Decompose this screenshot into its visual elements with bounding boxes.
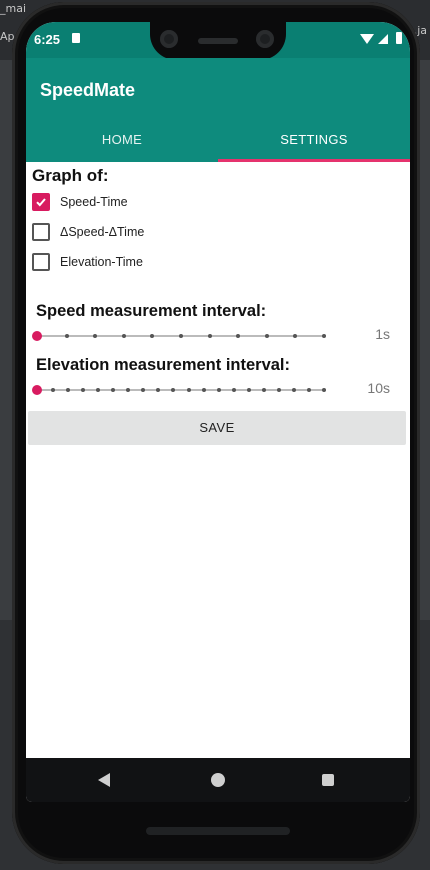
slider-tick: [81, 388, 86, 392]
graph-of-label: Graph of:: [32, 166, 109, 185]
slider-tick: [66, 388, 71, 392]
slider-tick: [231, 388, 236, 392]
slider-tick: [261, 388, 266, 392]
slider-tick: [126, 388, 131, 392]
checkbox-label: Speed-Time: [60, 195, 128, 209]
tab-home[interactable]: HOME: [26, 122, 218, 162]
back-triangle-icon[interactable]: [98, 773, 110, 787]
checkbox-unchecked-icon[interactable]: [32, 253, 50, 271]
slider-tick: [96, 388, 101, 392]
slider-tick: [291, 388, 296, 392]
save-button[interactable]: SAVE: [28, 411, 406, 445]
front-camera-icon: [160, 30, 178, 48]
slider-tick: [51, 388, 56, 392]
speed-interval-label: Speed measurement interval:: [36, 302, 267, 320]
slider-tick: [179, 334, 183, 338]
app-title: SpeedMate: [40, 80, 136, 100]
phone-bottom-speaker: [146, 827, 290, 835]
battery-icon: [396, 32, 402, 44]
slider-tick: [293, 334, 298, 338]
slider-tick: [186, 388, 191, 392]
slider-tick: [156, 388, 161, 392]
status-time: 6:25: [34, 32, 61, 47]
tab-bar: HOME SETTINGS: [26, 122, 410, 162]
slider-tick: [111, 388, 116, 392]
elevation-interval-label: Elevation measurement interval:: [36, 356, 291, 374]
tab-settings[interactable]: SETTINGS: [218, 122, 410, 162]
elevation-interval-value: 10s: [367, 380, 390, 396]
checkbox-delta-speed-time[interactable]: ΔSpeed-ΔTime: [32, 220, 144, 244]
slider-thumb[interactable]: [32, 385, 42, 395]
slider-tick: [64, 334, 69, 338]
home-circle-icon[interactable]: [211, 773, 225, 787]
checkbox-unchecked-icon[interactable]: [32, 223, 50, 241]
slider-tick: [93, 334, 98, 338]
checkbox-elevation-time[interactable]: Elevation-Time: [32, 250, 143, 274]
system-navigation-bar: [26, 758, 410, 802]
slider-tick: [246, 388, 251, 392]
wifi-icon: [360, 34, 374, 44]
app-bar: SpeedMate: [26, 58, 410, 122]
slider-tick: [141, 388, 146, 392]
slider-tick: [264, 334, 269, 338]
checkbox-speed-time[interactable]: Speed-Time: [32, 190, 128, 214]
checkbox-label: Elevation-Time: [60, 255, 143, 269]
phone-screen: 6:25 SpeedMate HOME SETTINGS Graph of: S…: [26, 22, 410, 802]
slider-track: [36, 389, 326, 391]
speed-interval-slider[interactable]: [32, 328, 326, 344]
slider-tick: [207, 334, 212, 338]
sim-card-icon: [72, 33, 80, 43]
slider-tick: [216, 388, 221, 392]
camera-notch: [150, 22, 286, 60]
ide-fragment: _mai: [0, 2, 27, 15]
slider-tick: [150, 334, 155, 338]
cell-signal-icon: [378, 34, 388, 44]
checkbox-checked-icon[interactable]: [32, 193, 50, 211]
slider-tick: [171, 388, 176, 392]
slider-tick: [322, 388, 326, 392]
slider-tick: [201, 388, 206, 392]
front-camera-icon: [256, 30, 274, 48]
ide-fragment: Ap: [0, 30, 15, 43]
slider-tick: [121, 334, 126, 338]
slider-thumb[interactable]: [32, 331, 42, 341]
elevation-interval-slider[interactable]: [32, 382, 326, 398]
slider-tick: [276, 388, 281, 392]
slider-tick: [236, 334, 241, 338]
checkbox-label: ΔSpeed-ΔTime: [60, 225, 145, 239]
slider-tick: [322, 334, 326, 338]
slider-tick: [306, 388, 311, 392]
earpiece-speaker: [198, 38, 238, 44]
recents-square-icon[interactable]: [322, 774, 334, 786]
speed-interval-value: 1s: [375, 326, 390, 342]
